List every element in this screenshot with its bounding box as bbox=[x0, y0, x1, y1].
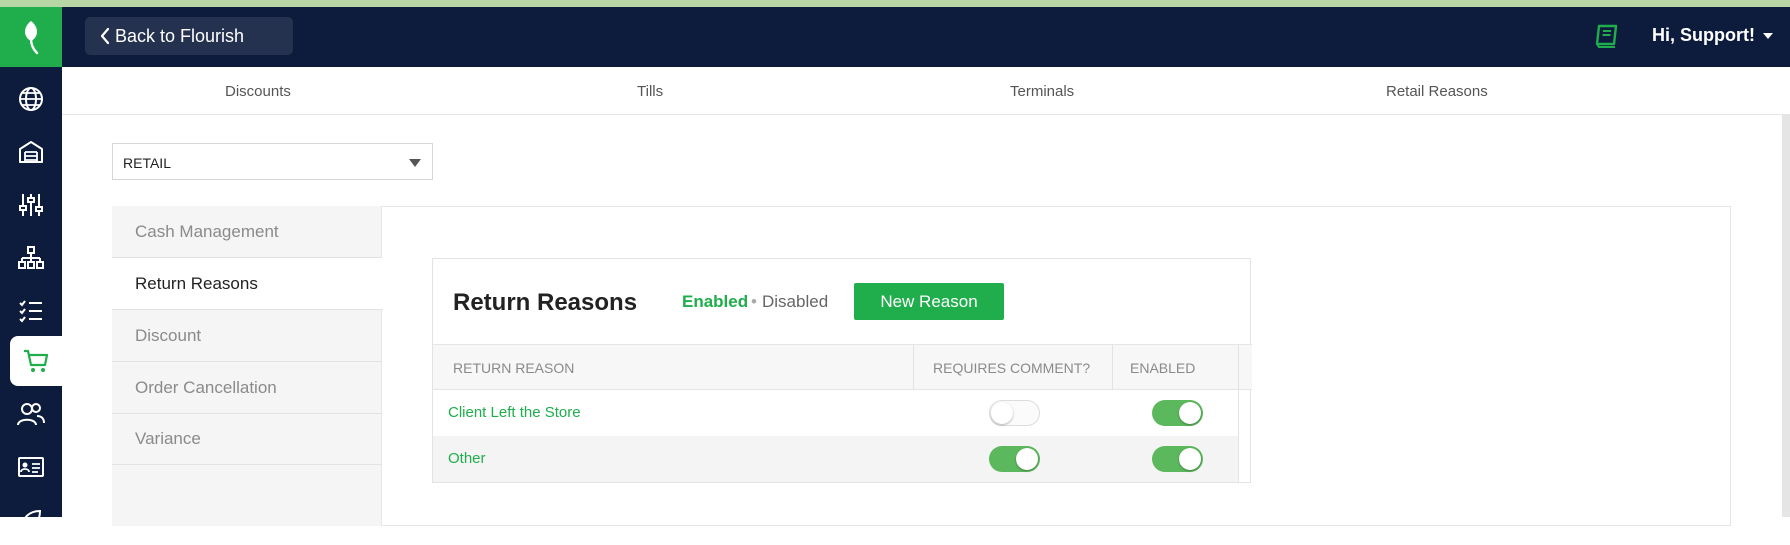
column-header-return-reason: RETURN REASON bbox=[453, 360, 575, 376]
requires-comment-toggle[interactable] bbox=[989, 400, 1040, 426]
subnav-terminals[interactable]: Terminals bbox=[1010, 83, 1074, 100]
book-icon[interactable] bbox=[1594, 24, 1620, 53]
toggle-knob bbox=[1016, 448, 1038, 470]
reason-link[interactable]: Client Left the Store bbox=[448, 404, 581, 421]
column-divider bbox=[1112, 344, 1113, 390]
id-card-icon[interactable] bbox=[0, 442, 62, 492]
checklist-icon[interactable] bbox=[0, 286, 62, 336]
column-header-requires-comment: REQUIRES COMMENT? bbox=[933, 360, 1091, 376]
leaf-icon[interactable] bbox=[0, 495, 62, 545]
reason-link[interactable]: Other bbox=[448, 450, 486, 467]
table-row: Client Left the Store bbox=[433, 390, 1238, 436]
store-type-select[interactable]: RETAIL bbox=[112, 143, 433, 180]
column-divider bbox=[913, 344, 914, 390]
filter-disabled[interactable]: Disabled bbox=[762, 292, 828, 312]
column-divider bbox=[1238, 344, 1239, 483]
secondary-nav: Discounts Tills Terminals Retail Reasons bbox=[62, 67, 1790, 115]
org-chart-icon[interactable] bbox=[0, 233, 62, 283]
user-greeting: Hi, Support! bbox=[1652, 25, 1755, 45]
toggle-knob bbox=[1179, 448, 1201, 470]
enabled-toggle[interactable] bbox=[1152, 400, 1203, 426]
column-header-enabled: ENABLED bbox=[1130, 360, 1196, 376]
filter-enabled[interactable]: Enabled bbox=[682, 292, 748, 312]
table-header: RETURN REASON REQUIRES COMMENT? ENABLED bbox=[433, 344, 1252, 390]
select-value: RETAIL bbox=[123, 155, 171, 171]
chevron-left-icon bbox=[100, 27, 110, 45]
app-logo[interactable] bbox=[0, 7, 62, 67]
cart-icon[interactable] bbox=[10, 336, 62, 386]
sliders-icon[interactable] bbox=[0, 180, 62, 230]
tab-discount[interactable]: Discount bbox=[112, 310, 382, 362]
settings-tabs: Cash Management Return Reasons Discount … bbox=[112, 206, 383, 526]
globe-icon[interactable] bbox=[0, 74, 62, 124]
table-row: Other bbox=[433, 436, 1238, 482]
leaf-logo-icon bbox=[25, 21, 39, 55]
chevron-down-icon bbox=[1762, 32, 1773, 39]
dropdown-arrow-icon bbox=[409, 159, 421, 167]
card-title: Return Reasons bbox=[453, 289, 638, 316]
subnav-discounts[interactable]: Discounts bbox=[225, 83, 291, 100]
return-reasons-card: Return Reasons Enabled • Disabled New Re… bbox=[432, 258, 1252, 483]
top-accent-strip bbox=[0, 0, 1790, 7]
tab-cash-management[interactable]: Cash Management bbox=[112, 206, 382, 258]
enabled-toggle[interactable] bbox=[1152, 446, 1203, 472]
page-scrollbar[interactable] bbox=[1782, 114, 1790, 517]
back-to-flourish-button[interactable]: Back to Flourish bbox=[85, 17, 293, 55]
filter-separator: • bbox=[751, 292, 757, 311]
tab-order-cancellation[interactable]: Order Cancellation bbox=[112, 362, 382, 414]
back-button-label: Back to Flourish bbox=[115, 25, 245, 46]
users-icon[interactable] bbox=[0, 389, 62, 439]
sidebar bbox=[0, 67, 62, 531]
subnav-tills[interactable]: Tills bbox=[637, 83, 663, 100]
tab-variance[interactable]: Variance bbox=[112, 413, 382, 465]
toggle-knob bbox=[1179, 402, 1201, 424]
requires-comment-toggle[interactable] bbox=[989, 446, 1040, 472]
warehouse-icon[interactable] bbox=[0, 127, 62, 177]
tab-return-reasons[interactable]: Return Reasons bbox=[112, 258, 383, 310]
subnav-retail-reasons[interactable]: Retail Reasons bbox=[1386, 83, 1488, 100]
user-menu[interactable]: Hi, Support! bbox=[1652, 25, 1773, 46]
toggle-knob bbox=[991, 402, 1013, 424]
new-reason-button[interactable]: New Reason bbox=[854, 283, 1004, 320]
